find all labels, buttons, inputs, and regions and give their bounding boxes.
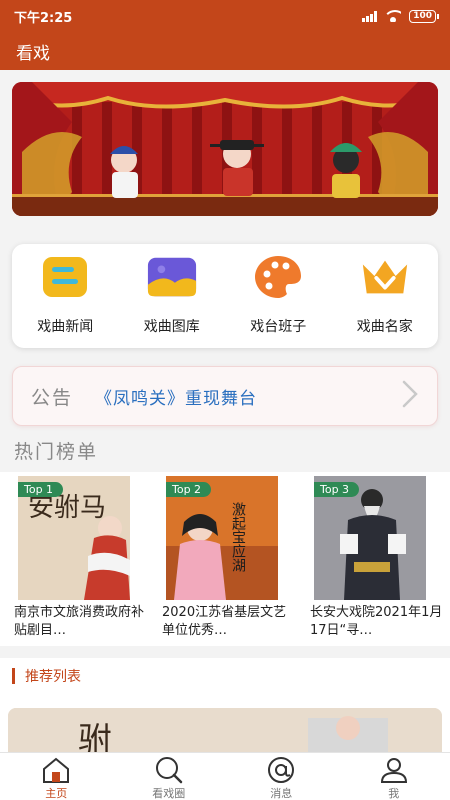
poster-title: 激起宝应湖 bbox=[230, 501, 246, 573]
hot-item-2[interactable]: Top 2 激起宝应湖 2020江苏省基层文艺单位优秀… bbox=[158, 476, 298, 646]
signal-icon bbox=[362, 10, 378, 22]
home-icon bbox=[41, 756, 71, 784]
gallery-icon bbox=[146, 254, 198, 300]
shortcut-opera-troupe[interactable]: 戏台班子 bbox=[225, 244, 332, 348]
section-accent-bar bbox=[12, 668, 15, 684]
recommend-item-cover[interactable]: 驸 bbox=[8, 708, 442, 756]
announcement-bar[interactable]: 公告 《凤鸣关》重现舞台 bbox=[12, 366, 438, 426]
tab-label: 看戏圈 bbox=[152, 787, 186, 800]
hot-item-caption: 南京市文旅消费政府补贴剧目… bbox=[14, 605, 145, 638]
poster-image: Top 3 bbox=[314, 476, 426, 600]
tab-messages[interactable]: 消息 bbox=[225, 753, 338, 800]
tab-opera-circle[interactable]: 看戏圈 bbox=[113, 753, 226, 800]
tab-me[interactable]: 我 bbox=[338, 753, 450, 800]
poster-image: Top 2 激起宝应湖 bbox=[166, 476, 278, 600]
section-title-recommend: 推荐列表 bbox=[25, 669, 81, 685]
palette-icon bbox=[252, 254, 304, 300]
shortcut-label: 戏曲新闻 bbox=[37, 319, 94, 335]
shortcut-opera-gallery[interactable]: 戏曲图库 bbox=[119, 244, 226, 348]
wifi-icon bbox=[385, 10, 402, 22]
tab-label: 主页 bbox=[45, 787, 68, 800]
bottom-tab-bar: 主页 看戏圈 消息 我 bbox=[0, 752, 450, 800]
tab-label: 消息 bbox=[270, 787, 293, 800]
crown-icon bbox=[359, 254, 411, 300]
battery-icon: 100 bbox=[409, 9, 439, 23]
user-icon bbox=[379, 756, 409, 784]
hot-item-3[interactable]: Top 3 长安大戏院2021年1月17日“寻… bbox=[306, 476, 446, 646]
news-icon bbox=[39, 254, 91, 300]
hot-item-caption: 2020江苏省基层文艺单位优秀… bbox=[162, 605, 287, 638]
announcement-tag: 公告 bbox=[31, 386, 74, 409]
at-icon bbox=[266, 756, 296, 784]
chevron-right-icon[interactable] bbox=[401, 379, 419, 413]
section-title-hot: 热门榜单 bbox=[14, 441, 99, 463]
category-shortcuts: 戏曲新闻 戏曲图库 戏台班子 戏曲名家 bbox=[12, 244, 438, 348]
recommend-section: 推荐列表 驸 bbox=[0, 658, 450, 756]
status-time: 下午2:25 bbox=[14, 10, 73, 26]
poster-title: 安驸马 bbox=[28, 493, 106, 523]
rank-badge: Top 1 bbox=[18, 482, 64, 497]
search-icon bbox=[154, 756, 184, 784]
hot-item-1[interactable]: Top 1 安驸马 南京市文旅消费政府补贴剧目… bbox=[10, 476, 150, 646]
poster-image: Top 1 安驸马 bbox=[18, 476, 130, 600]
status-bar: 下午2:25 100 bbox=[0, 0, 450, 32]
rank-badge: Top 2 bbox=[166, 482, 212, 497]
svg-text:驸: 驸 bbox=[78, 721, 112, 756]
page-title: 看戏 bbox=[16, 43, 50, 64]
hot-list: Top 1 安驸马 南京市文旅消费政府补贴剧目… Top 2 激起宝应湖 202 bbox=[0, 472, 450, 646]
tab-label: 我 bbox=[388, 787, 400, 800]
hot-item-caption: 长安大戏院2021年1月17日“寻… bbox=[310, 605, 443, 638]
tab-home[interactable]: 主页 bbox=[0, 753, 113, 800]
announcement-text[interactable]: 《凤鸣关》重现舞台 bbox=[95, 384, 257, 409]
shortcut-opera-masters[interactable]: 戏曲名家 bbox=[332, 244, 439, 348]
opera-stage-illustration bbox=[12, 82, 438, 216]
shortcut-opera-news[interactable]: 戏曲新闻 bbox=[12, 244, 119, 348]
shortcut-label: 戏曲图库 bbox=[143, 319, 200, 335]
recommend-header: 推荐列表 bbox=[0, 658, 450, 694]
app-bar: 看戏 bbox=[0, 32, 450, 70]
stage-banner[interactable] bbox=[12, 82, 438, 216]
shortcut-label: 戏台班子 bbox=[250, 319, 307, 335]
rank-badge: Top 3 bbox=[314, 482, 360, 497]
shortcut-label: 戏曲名家 bbox=[356, 319, 413, 335]
